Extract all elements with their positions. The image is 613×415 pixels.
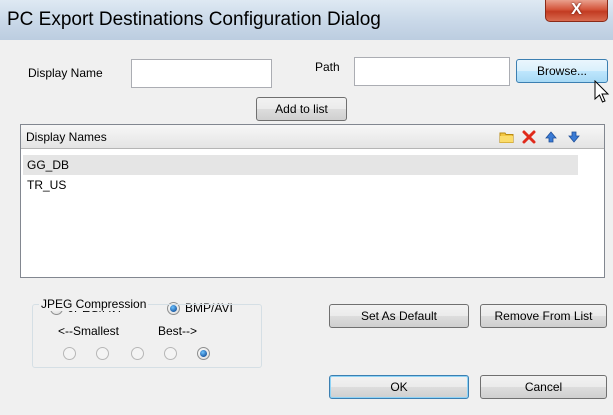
- display-name-label: Display Name: [28, 66, 103, 80]
- compression-level-2-radio[interactable]: [96, 347, 109, 360]
- list-header: Display Names: [21, 125, 604, 149]
- window-title: PC Export Destinations Configuration Dia…: [7, 9, 381, 30]
- jpeg-compression-legend: JPEG Compression: [39, 297, 149, 311]
- list-item[interactable]: GG_DB: [23, 155, 578, 175]
- close-button[interactable]: X: [545, 0, 608, 22]
- delete-icon[interactable]: [521, 129, 537, 145]
- cancel-button[interactable]: Cancel: [480, 375, 607, 399]
- list-item[interactable]: TR_US: [23, 175, 578, 195]
- display-names-list[interactable]: Display Names GG_DB TR_US: [20, 124, 605, 278]
- ok-button[interactable]: OK: [329, 375, 469, 399]
- compression-level-3-radio[interactable]: [131, 347, 144, 360]
- mouse-cursor-icon: [594, 80, 610, 103]
- path-input[interactable]: [354, 57, 510, 86]
- move-up-icon[interactable]: [543, 129, 559, 145]
- remove-from-list-button[interactable]: Remove From List: [480, 304, 607, 328]
- close-icon: X: [571, 1, 582, 18]
- list-header-label: Display Names: [26, 130, 107, 144]
- move-down-icon[interactable]: [566, 129, 582, 145]
- add-to-list-button[interactable]: Add to list: [256, 97, 347, 121]
- best-label: Best-->: [158, 324, 198, 338]
- folder-icon[interactable]: [499, 129, 515, 145]
- smallest-label: <--Smallest: [58, 324, 120, 338]
- title-bar: PC Export Destinations Configuration Dia…: [0, 0, 613, 40]
- path-label: Path: [315, 60, 340, 74]
- display-name-input[interactable]: [131, 59, 272, 88]
- compression-level-4-radio[interactable]: [164, 347, 177, 360]
- compression-level-5-radio[interactable]: [197, 347, 210, 360]
- compression-level-1-radio[interactable]: [63, 347, 76, 360]
- set-as-default-button[interactable]: Set As Default: [329, 304, 469, 328]
